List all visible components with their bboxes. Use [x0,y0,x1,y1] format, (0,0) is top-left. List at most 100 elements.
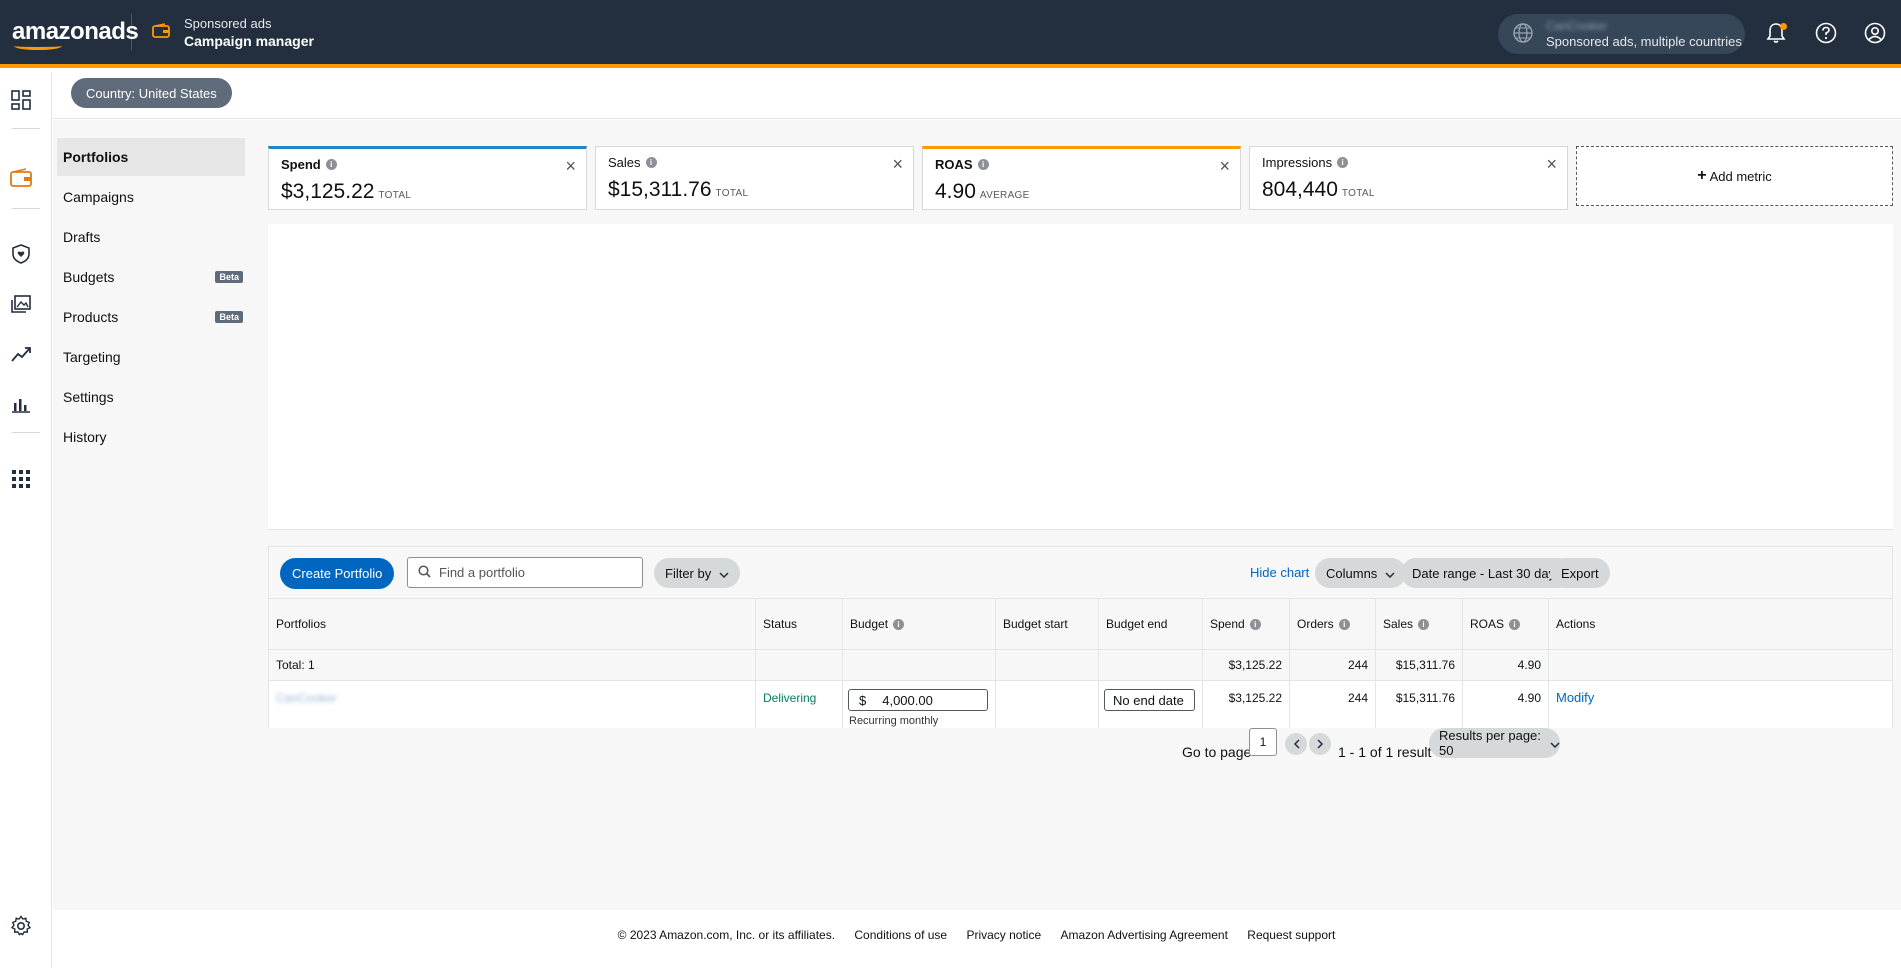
nav-label: Products [63,309,119,325]
nav-label: History [63,429,107,445]
budget-end-input[interactable]: No end date [1104,689,1195,711]
campaign-manager-wallet-icon[interactable] [9,166,33,190]
search-input[interactable] [439,565,629,580]
column-header-actions: Actions [1556,617,1596,631]
column-header-roas[interactable]: ROAS i [1463,599,1549,649]
page-number-input[interactable]: 1 [1249,728,1277,756]
account-subtitle: Sponsored ads, multiple countries [1546,33,1742,49]
amazon-ads-logo[interactable]: amazonads [0,14,139,50]
user-profile-icon[interactable] [1862,20,1888,46]
date-range-button[interactable]: Date range - Last 30 days [1401,558,1573,588]
metric-name: Spend [281,157,321,172]
close-icon[interactable]: × [892,155,903,173]
reports-bar-chart-icon[interactable] [9,392,33,416]
metric-name: Sales [608,155,641,170]
columns-button[interactable]: Columns [1315,558,1407,588]
total-label: Total: 1 [269,650,756,680]
info-icon[interactable]: i [645,157,657,168]
nav-item-campaigns[interactable]: Campaigns [57,178,245,216]
close-icon[interactable]: × [565,157,576,175]
filter-by-button[interactable]: Filter by [654,558,741,588]
creative-assets-icon[interactable] [9,292,33,316]
info-icon[interactable]: i [893,618,905,630]
info-icon[interactable]: i [977,159,989,170]
search-icon [418,564,431,581]
columns-label: Columns [1326,565,1378,581]
column-header-status[interactable]: Status [756,599,843,649]
nav-label: Drafts [63,229,101,245]
column-header-budget[interactable]: Budget i [843,599,996,649]
column-header-spend[interactable]: Spend i [1203,599,1290,649]
nav-item-targeting[interactable]: Targeting [57,338,245,376]
sales-cell: $15,311.76 [1376,681,1463,728]
total-sales: $15,311.76 [1376,650,1463,680]
result-count: 1 - 1 of 1 result [1338,744,1432,760]
notifications-bell-icon[interactable] [1763,20,1789,46]
notification-dot [1780,23,1787,30]
empty-cell [756,650,843,680]
roas-cell: 4.90 [1463,681,1549,728]
modify-link[interactable]: Modify [1556,690,1594,705]
product-title: Campaign manager [184,32,314,49]
metric-unit: TOTAL [715,188,749,199]
footer-link-privacy[interactable]: Privacy notice [966,928,1041,942]
nav-item-settings[interactable]: Settings [57,378,245,416]
export-button[interactable]: Export [1550,558,1610,588]
info-icon[interactable]: i [1249,618,1261,630]
beta-badge: Beta [215,311,243,323]
country-selector-button[interactable]: Country: United States [71,78,232,108]
nav-item-history[interactable]: History [57,418,245,456]
column-header-portfolios[interactable]: Portfolios [269,599,756,649]
beta-badge: Beta [215,271,243,283]
help-icon[interactable] [1813,20,1839,46]
nav-item-drafts[interactable]: Drafts [57,218,245,256]
metric-card-spend[interactable]: Spend i × $3,125.22 TOTAL [268,146,587,210]
empty-cell [843,650,996,680]
nav-item-budgets[interactable]: Budgets Beta [57,258,245,296]
nav-item-products[interactable]: Products Beta [57,298,245,336]
metric-card-roas[interactable]: ROAS i × 4.90 AVERAGE [922,146,1241,210]
measurement-trend-icon[interactable] [9,342,33,366]
add-metric-button[interactable]: + Add metric [1576,146,1893,206]
footer-link-agreement[interactable]: Amazon Advertising Agreement [1061,928,1228,942]
plus-icon: + [1697,167,1707,184]
metric-card-sales[interactable]: Sales i × $15,311.76 TOTAL [595,146,914,210]
chevron-down-icon [1385,566,1395,581]
column-header-sales[interactable]: Sales i [1376,599,1463,649]
info-icon[interactable]: i [325,159,337,170]
column-header-orders[interactable]: Orders i [1290,599,1376,649]
nav-item-portfolios[interactable]: Portfolios [57,138,245,176]
wallet-icon [152,22,170,42]
hide-chart-link[interactable]: Hide chart [1250,565,1309,580]
footer-link-conditions[interactable]: Conditions of use [854,928,947,942]
budget-input[interactable]: $ 4,000.00 [848,689,988,711]
portfolio-search[interactable] [407,557,643,588]
account-name: CanCooker [1546,18,1607,33]
create-portfolio-button[interactable]: Create Portfolio [280,558,395,589]
dashboard-icon[interactable] [9,88,33,112]
metric-unit: AVERAGE [979,190,1030,201]
metric-card-impressions[interactable]: Impressions i × 804,440 TOTAL [1249,146,1568,210]
info-icon[interactable]: i [1509,618,1521,630]
info-icon[interactable]: i [1338,618,1350,630]
previous-page-button[interactable] [1285,733,1307,755]
portfolio-name-link[interactable]: CanCooker [276,691,337,705]
country-bar: Country: United States [53,72,1901,119]
account-selector[interactable]: CanCooker Sponsored ads, multiple countr… [1498,14,1745,54]
column-header-budget-end[interactable]: Budget end [1099,599,1203,649]
brand-safety-shield-icon[interactable] [9,242,33,266]
next-page-button[interactable] [1309,733,1331,755]
info-icon[interactable]: i [1418,618,1430,630]
info-icon[interactable]: i [1337,157,1349,168]
product-switcher[interactable]: Sponsored ads Campaign manager [152,15,314,50]
empty-cell [1099,650,1203,680]
portfolio-name-cell: CanCooker [269,681,756,728]
copyright-text: © 2023 Amazon.com, Inc. or its affiliate… [617,928,836,942]
close-icon[interactable]: × [1219,157,1230,175]
column-header-budget-start[interactable]: Budget start [996,599,1099,649]
close-icon[interactable]: × [1546,155,1557,173]
apps-grid-icon[interactable] [9,467,33,491]
header-label: Sales [1383,617,1414,631]
results-per-page-select[interactable]: Results per page: 50 [1429,728,1560,758]
footer-link-support[interactable]: Request support [1247,928,1335,942]
